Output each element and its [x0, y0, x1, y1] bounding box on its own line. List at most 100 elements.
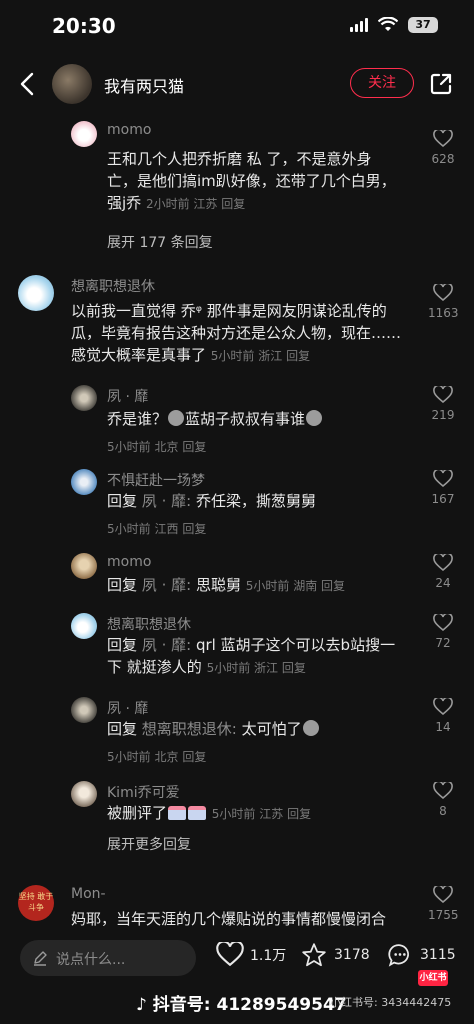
comment-location: 江西 [154, 522, 179, 536]
reply-prefix: 回复 [107, 636, 138, 654]
comment-meta: 5小时前 湖南 回复 [246, 579, 345, 593]
comment-meta: 5小时前 浙江 回复 [211, 349, 310, 363]
comment-body: 乔是谁？ [107, 410, 168, 428]
comment-author[interactable]: Kimi乔可爱 [107, 782, 180, 802]
comment-meta: 5小时前 北京 回复 [107, 438, 206, 455]
comment-author[interactable]: 想离职想退休 [107, 614, 191, 634]
xiaohongshu-logo: 小红书 [418, 970, 448, 986]
comment-time: 5小时前 [206, 661, 251, 675]
comment-time: 5小时前 [211, 807, 256, 821]
reply-target[interactable]: 夙 · 靡: [142, 576, 191, 594]
like-count: 24 [435, 576, 451, 590]
like-button[interactable]: 72 [428, 614, 458, 650]
status-time: 20:30 [52, 14, 116, 38]
avatar[interactable] [71, 553, 97, 579]
reply-link[interactable]: 回复 [287, 807, 311, 821]
comment-time: 2小时前 [145, 197, 190, 211]
wifi-icon [378, 17, 398, 31]
reply-link[interactable]: 回复 [182, 750, 206, 764]
tiktok-watermark: ♪ 抖音号: 41289549547 [136, 990, 347, 1015]
comment-location: 浙江 [258, 349, 283, 363]
like-button[interactable]: 219 [428, 386, 458, 422]
comment-bubble-icon [388, 944, 409, 967]
like-button[interactable]: 8 [428, 782, 458, 818]
heart-icon [433, 698, 453, 716]
reply-target[interactable]: 想离职想退休: [142, 720, 237, 738]
battery-indicator: 37 [408, 17, 438, 33]
comment-meta: 5小时前 江苏 回复 [212, 807, 311, 821]
comment-list[interactable]: momo 王和几个人把乔折磨 私 了，不是意外身亡，是他们搞im趴好像，还带了几… [0, 110, 474, 936]
comment-text: 回复 想离职想退休: 太可怕了 [107, 718, 397, 740]
comment-author[interactable]: 想离职想退休 [71, 276, 155, 296]
avatar[interactable] [71, 121, 97, 147]
expand-replies-button[interactable]: 展开 177 条回复 [107, 232, 213, 252]
avatar[interactable]: 坚持 敢于斗争 [18, 885, 54, 921]
comment-location: 北京 [154, 440, 179, 454]
reply-prefix: 回复 [107, 492, 138, 510]
comment-author[interactable]: momo [107, 122, 151, 138]
like-button[interactable]: 14 [428, 698, 458, 734]
comment-author[interactable]: momo [107, 554, 151, 570]
like-count: 1755 [428, 908, 459, 922]
like-count: 167 [431, 492, 455, 506]
like-button[interactable]: 1755 [428, 886, 459, 922]
cellular-signal-icon [350, 18, 368, 32]
avatar[interactable] [18, 275, 54, 311]
author-name[interactable]: 我有两只猫 [104, 73, 184, 97]
avatar[interactable] [71, 697, 97, 723]
reply-prefix: 回复 [107, 576, 138, 594]
reply-link[interactable]: 回复 [321, 579, 345, 593]
comment-input-placeholder: 说点什么... [56, 952, 126, 968]
share-icon[interactable] [428, 71, 454, 97]
like-button[interactable]: 1163 [428, 284, 459, 320]
collect-action[interactable]: 3178 [300, 942, 370, 968]
comment-body: 太可怕了 [241, 720, 302, 738]
comment-text: 王和几个人把乔折磨 私 了，不是意外身亡，是他们搞im趴好像，还带了几个白男，强… [107, 148, 397, 215]
reply-target[interactable]: 夙 · 靡: [142, 636, 191, 654]
comment-location: 江苏 [259, 807, 284, 821]
comment-text: 乔是谁？ 蓝胡子叔叔有事谁 [107, 408, 397, 430]
pencil-icon [34, 951, 47, 966]
comment-text: 回复 夙 · 靡: qrl 蓝胡子这个可以去b站搜一下 就挺渗人的 5小时前 浙… [107, 634, 407, 679]
status-icons: 37 [350, 17, 438, 33]
comment-author[interactable]: 夙 · 靡 [107, 386, 148, 406]
cake-emoji-icon [168, 806, 187, 820]
heart-icon [433, 470, 453, 488]
xiaohongshu-id: 小红书号: 3434442475 [330, 996, 452, 1009]
avatar[interactable] [71, 781, 97, 807]
emoji-icon [168, 410, 185, 426]
comment-location: 北京 [154, 750, 179, 764]
reply-target[interactable]: 夙 · 靡: [142, 492, 191, 510]
avatar[interactable] [71, 469, 97, 495]
back-arrow-icon[interactable] [16, 70, 40, 98]
follow-button[interactable]: 关注 [350, 68, 414, 98]
comment-author[interactable]: 夙 · 靡 [107, 698, 148, 718]
comment-author[interactable]: 不惧赶赴一场梦 [107, 470, 205, 490]
reply-link[interactable]: 回复 [182, 440, 206, 454]
comment-meta: 5小时前 江西 回复 [107, 520, 206, 537]
like-button[interactable]: 24 [428, 554, 458, 590]
like-button[interactable]: 628 [428, 130, 458, 166]
comment-time: 5小时前 [107, 522, 151, 536]
avatar[interactable] [71, 385, 97, 411]
like-count: 72 [435, 636, 451, 650]
comment-text: 妈耶，当年天涯的几个爆贴说的事情都慢慢闭合 [71, 910, 387, 928]
like-button[interactable]: 167 [428, 470, 458, 506]
comment-author[interactable]: Mon- [71, 886, 106, 902]
comment-input[interactable]: 说点什么... [20, 940, 196, 976]
tiktok-logo-icon: ♪ [136, 995, 147, 1015]
heart-icon [433, 554, 453, 572]
like-total: 1.1万 [250, 948, 287, 964]
reply-link[interactable]: 回复 [286, 349, 310, 363]
expand-more-replies-button[interactable]: 展开更多回复 [107, 834, 191, 854]
reply-link[interactable]: 回复 [282, 661, 306, 675]
like-action[interactable]: 1.1万 [216, 942, 286, 968]
collect-total: 3178 [334, 947, 370, 963]
reply-link[interactable]: 回复 [182, 522, 206, 536]
author-avatar[interactable] [52, 64, 92, 104]
comment-text: 回复 夙 · 靡: 乔任梁，撕葱舅舅 [107, 490, 397, 512]
heart-icon [433, 782, 453, 800]
comment-action[interactable]: 3115 [386, 942, 456, 968]
avatar[interactable] [71, 613, 97, 639]
reply-link[interactable]: 回复 [221, 197, 245, 211]
